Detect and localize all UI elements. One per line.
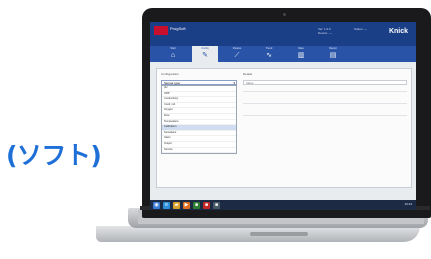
header-info-line: Device: ---	[318, 31, 332, 35]
edit-icon: ✎	[202, 52, 208, 59]
right-panel-title: Details	[243, 72, 253, 76]
ribbon-tab-label: Data	[298, 47, 304, 50]
ribbon-tab-label: Params	[232, 47, 242, 50]
dropdown-item[interactable]: Service	[162, 148, 236, 154]
bars-icon: ▥	[297, 52, 305, 59]
webcam-icon	[283, 13, 286, 16]
laptop: ProgSoft Ver. 1.0.0 Device: --- Status: …	[0, 0, 431, 259]
pen-icon: ⟋	[234, 52, 240, 59]
ribbon-tab-label: Trend	[265, 47, 273, 50]
browser-icon[interactable]: e	[163, 201, 170, 209]
divider	[243, 103, 407, 104]
app-logo-icon	[154, 26, 168, 35]
app-titlebar: ProgSoft Ver. 1.0.0 Device: --- Status: …	[150, 22, 416, 46]
media-icon[interactable]: ▶	[183, 201, 190, 209]
start-icon[interactable]: ◉	[153, 201, 160, 209]
main-content: Configuration Details Sensor type ▾ pH OR…	[156, 68, 412, 188]
ribbon-tab[interactable]: Start ⌂	[160, 46, 186, 62]
screen: ProgSoft Ver. 1.0.0 Device: --- Status: …	[150, 22, 416, 210]
ribbon-tab[interactable]: Trend ∿	[256, 46, 282, 62]
caption-label: (ソフト)	[6, 141, 102, 170]
ribbon-toolbar: Start ⌂ Config ✎ Params ⟋ Trend ∿ Data ▥ Report ▤	[150, 46, 416, 62]
app2-icon[interactable]: ■	[203, 201, 210, 209]
ribbon-tab-label: Config	[201, 47, 209, 50]
header-status: Status: ---	[354, 27, 367, 31]
divider	[243, 115, 407, 116]
detail-field[interactable]: Value	[243, 80, 407, 85]
chart-icon: ∿	[266, 52, 272, 59]
folder-icon[interactable]: ▰	[173, 201, 180, 209]
dropdown-list: pH ORP Conductivity Cond. ind. Oxygen Flow Tem…	[161, 85, 237, 155]
brand-logo: Knick	[388, 28, 408, 35]
trackpad-notch	[250, 232, 308, 236]
header-info-line: Status: ---	[354, 27, 368, 31]
divider	[243, 91, 407, 92]
document-icon: ▤	[329, 52, 337, 59]
ribbon-tab-label: Report	[329, 47, 337, 50]
taskbar: ◉ e ▰ ▶ ■ ■ ■ 10:24	[150, 200, 416, 210]
ribbon-tab[interactable]: Params ⟋	[224, 46, 250, 62]
taskbar-clock: 10:24	[404, 202, 412, 206]
ribbon-tab[interactable]: Report ▤	[320, 46, 346, 62]
ribbon-tab[interactable]: Config ✎	[192, 46, 218, 62]
ribbon-tab-label: Start	[170, 47, 176, 50]
app-icon[interactable]: ■	[193, 201, 200, 209]
app-title: ProgSoft	[170, 26, 186, 31]
ribbon-tab[interactable]: Data ▥	[288, 46, 314, 62]
home-icon: ⌂	[170, 52, 176, 59]
left-panel-title: Configuration	[161, 72, 179, 76]
header-info: Ver. 1.0.0 Device: ---	[318, 27, 332, 35]
app3-icon[interactable]: ■	[213, 201, 220, 209]
